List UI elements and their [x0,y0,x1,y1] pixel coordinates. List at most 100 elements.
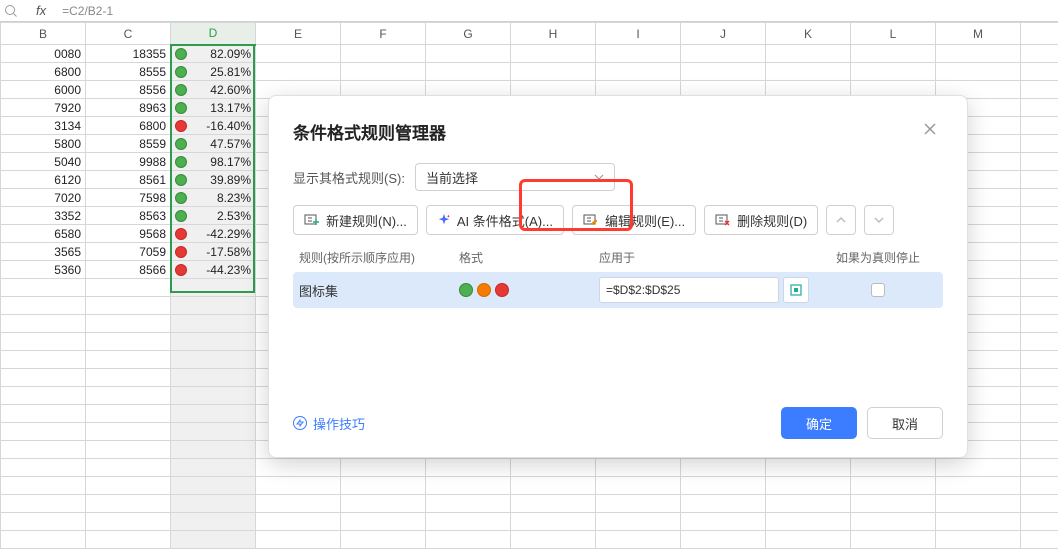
cell[interactable]: 47.57% [171,135,256,153]
cell[interactable] [256,63,341,81]
cell[interactable] [596,459,681,477]
cell[interactable] [256,495,341,513]
cell[interactable] [1,387,86,405]
cell[interactable] [1021,441,1058,459]
cell[interactable]: 7020 [1,189,86,207]
cell[interactable] [86,531,171,549]
cell[interactable] [681,459,766,477]
column-header-g[interactable]: G [426,23,511,45]
cell[interactable] [596,477,681,495]
cell[interactable]: 18355 [86,45,171,63]
cell[interactable] [1021,279,1058,297]
column-header-l[interactable]: L [851,23,936,45]
delete-rule-button[interactable]: 删除规则(D) [704,205,818,235]
cell[interactable]: 42.60% [171,81,256,99]
cell[interactable]: -16.40% [171,117,256,135]
cell[interactable] [171,387,256,405]
cell[interactable]: 6120 [1,171,86,189]
cell[interactable] [341,531,426,549]
ok-button[interactable]: 确定 [781,407,857,439]
cell[interactable] [1,477,86,495]
column-header-b[interactable]: B [1,23,86,45]
cell[interactable] [1021,315,1058,333]
cell[interactable] [86,369,171,387]
cell[interactable] [1,531,86,549]
cell[interactable] [426,45,511,63]
column-header-n[interactable]: N [1021,23,1058,45]
cell[interactable] [171,315,256,333]
cell[interactable]: 98.17% [171,153,256,171]
cell[interactable]: 9568 [86,225,171,243]
cell[interactable] [596,531,681,549]
cell[interactable] [341,45,426,63]
cell[interactable] [1021,45,1058,63]
cell[interactable] [511,477,596,495]
cell[interactable]: -17.58% [171,243,256,261]
cell[interactable]: 3352 [1,207,86,225]
cell[interactable] [341,513,426,531]
cell[interactable] [596,513,681,531]
cell[interactable] [766,531,851,549]
cell[interactable] [1,297,86,315]
cell[interactable]: 8561 [86,171,171,189]
cell[interactable] [86,459,171,477]
cell[interactable] [1,495,86,513]
cell[interactable] [681,63,766,81]
column-header-k[interactable]: K [766,23,851,45]
cell[interactable]: 9988 [86,153,171,171]
cell[interactable] [1021,297,1058,315]
cell[interactable] [1021,387,1058,405]
cell[interactable] [1,333,86,351]
cell[interactable] [86,441,171,459]
fx-label[interactable]: fx [36,3,46,18]
cell[interactable] [86,405,171,423]
cell[interactable]: 5040 [1,153,86,171]
column-header-i[interactable]: I [596,23,681,45]
cancel-button[interactable]: 取消 [867,407,943,439]
cell[interactable] [1021,369,1058,387]
cell[interactable] [1021,459,1058,477]
column-header-e[interactable]: E [256,23,341,45]
column-header-c[interactable]: C [86,23,171,45]
new-rule-button[interactable]: 新建规则(N)... [293,205,418,235]
close-button[interactable] [917,118,943,145]
cell[interactable] [426,63,511,81]
move-down-button[interactable] [864,205,894,235]
cell[interactable] [86,495,171,513]
cell[interactable] [1021,135,1058,153]
cell[interactable] [851,45,936,63]
cell[interactable] [766,459,851,477]
cell[interactable] [766,45,851,63]
cell[interactable] [341,477,426,495]
cell[interactable] [1021,63,1058,81]
cell[interactable] [1021,405,1058,423]
cell[interactable] [341,495,426,513]
cell[interactable] [1021,171,1058,189]
cell[interactable]: 8556 [86,81,171,99]
column-header-h[interactable]: H [511,23,596,45]
cell[interactable] [86,513,171,531]
cell[interactable] [1,441,86,459]
cell[interactable] [1021,261,1058,279]
cell[interactable] [1021,81,1058,99]
cell[interactable] [171,279,256,297]
cell[interactable] [1021,477,1058,495]
cell[interactable] [1021,153,1058,171]
cell[interactable] [1021,207,1058,225]
cell[interactable] [86,279,171,297]
cell[interactable] [1021,513,1058,531]
cell[interactable] [426,459,511,477]
cell[interactable] [1,405,86,423]
cell[interactable] [171,333,256,351]
cell[interactable] [171,369,256,387]
cell[interactable] [851,531,936,549]
column-header-d[interactable]: D [171,23,256,45]
cell[interactable] [256,459,341,477]
cell[interactable] [596,63,681,81]
cell[interactable]: 5360 [1,261,86,279]
cell[interactable]: -44.23% [171,261,256,279]
cell[interactable] [851,495,936,513]
cell[interactable] [171,405,256,423]
cell[interactable] [936,531,1021,549]
cell[interactable]: 8.23% [171,189,256,207]
